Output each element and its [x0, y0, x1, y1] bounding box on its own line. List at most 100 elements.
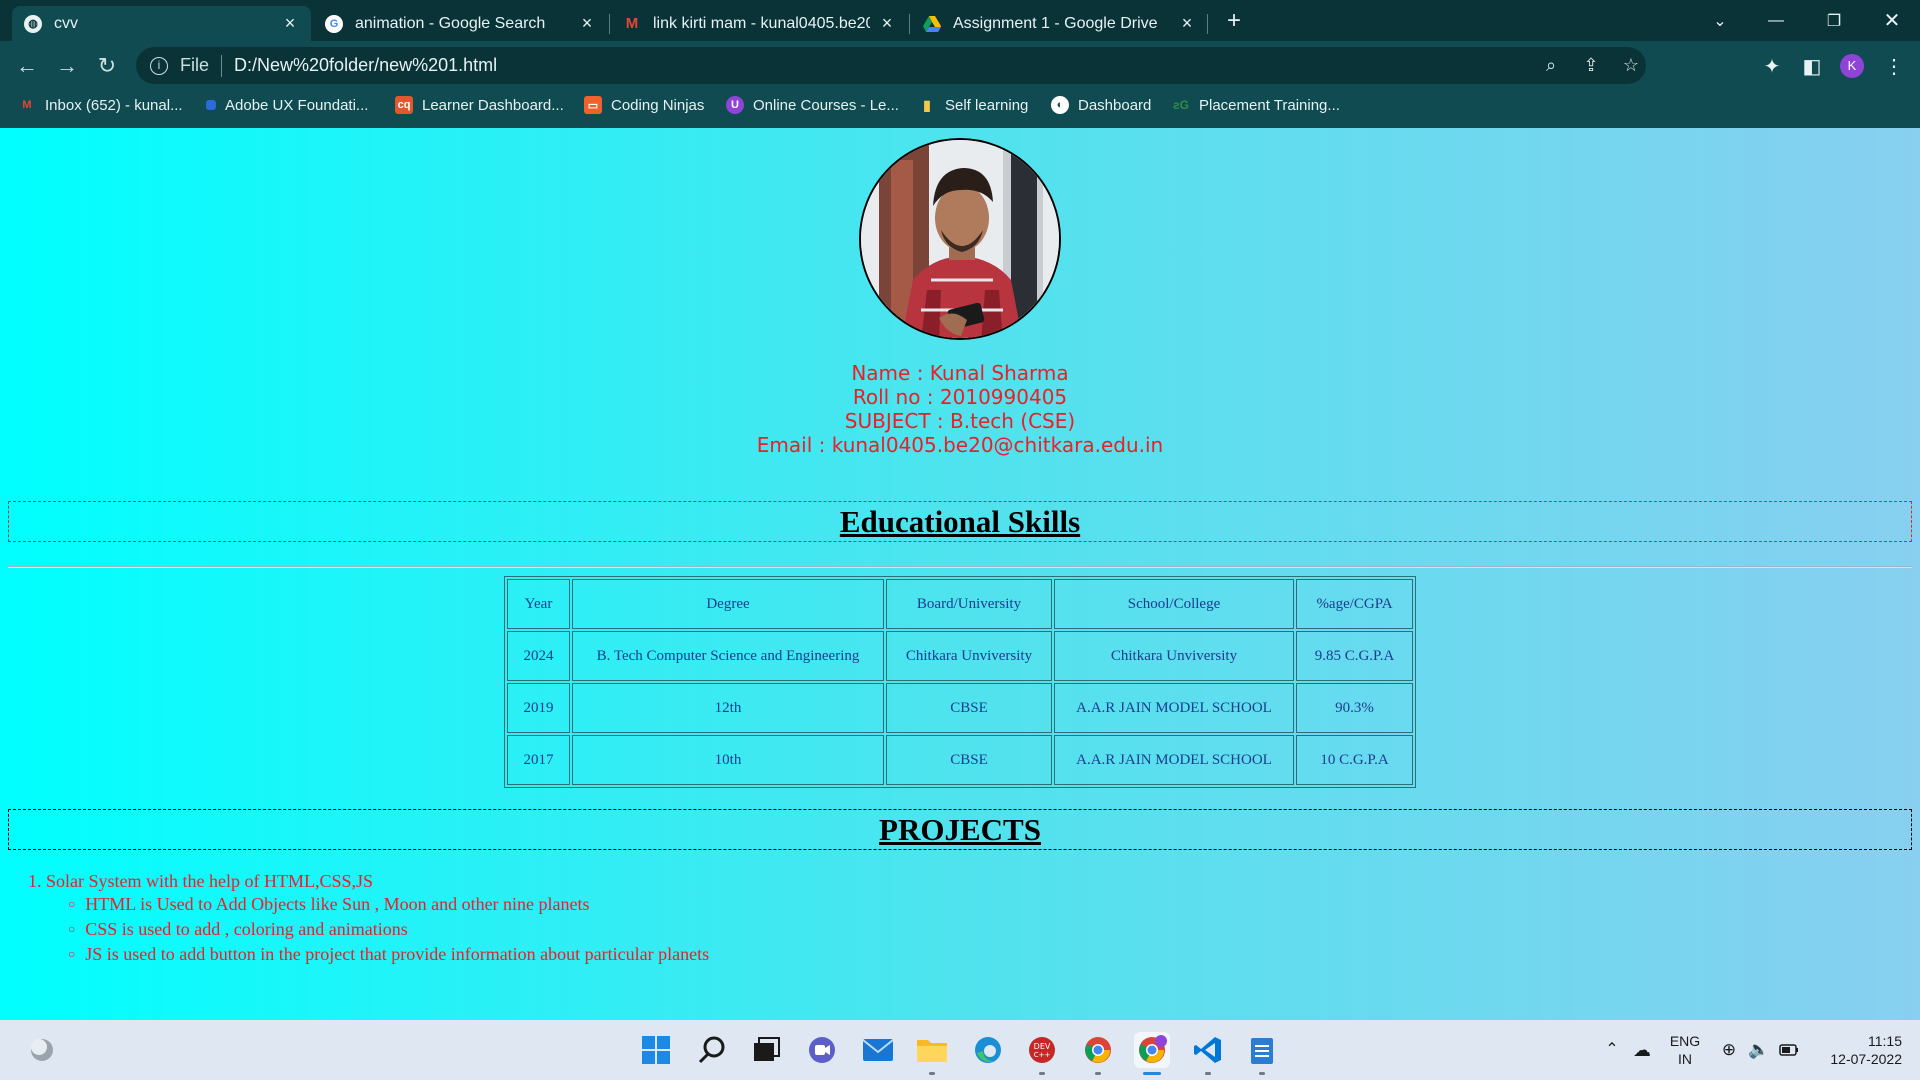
table-cell: 9.85 C.G.P.A	[1296, 631, 1413, 681]
volume-icon[interactable]: 🔈	[1746, 1020, 1772, 1080]
dev-cpp-icon[interactable]: DEV C++	[1024, 1032, 1060, 1075]
bookmark-dashboard[interactable]: ◐ Dashboard	[1051, 90, 1151, 120]
table-cell: Chitkara Unviversity	[886, 631, 1052, 681]
side-panel-icon[interactable]: ◧	[1796, 50, 1828, 82]
reload-icon[interactable]: ↻	[91, 50, 123, 82]
tab-google-drive[interactable]: Assignment 1 - Google Drive ×	[911, 6, 1208, 41]
profile-email: Email : kunal0405.be20@chitkara.edu.in	[756, 433, 1164, 457]
network-icon[interactable]: ⊕	[1716, 1020, 1742, 1080]
clock[interactable]: 11:15 12-07-2022	[1812, 1020, 1902, 1080]
bookmark-online-courses[interactable]: U Online Courses - Le...	[726, 90, 899, 120]
horizontal-rule	[8, 566, 1912, 568]
project-title: 1. Solar System with the help of HTML,CS…	[28, 871, 374, 891]
gmail-icon: M	[22, 99, 32, 111]
url-text[interactable]: D:/New%20folder/new%201.html	[234, 55, 497, 76]
table-cell: A.A.R JAIN MODEL SCHOOL	[1054, 683, 1294, 733]
google-drive-icon	[923, 15, 941, 33]
search-icon[interactable]	[694, 1032, 730, 1068]
table-cell: 90.3%	[1296, 683, 1413, 733]
file-explorer-icon[interactable]	[914, 1032, 950, 1075]
running-indicator	[929, 1072, 935, 1075]
language-indicator[interactable]: ENG IN	[1664, 1020, 1706, 1080]
bookmark-label: Inbox (652) - kunal...	[45, 96, 183, 114]
bookmark-inbox[interactable]: M Inbox (652) - kunal...	[18, 90, 183, 120]
bookmark-label: Learner Dashboard...	[422, 96, 564, 114]
bookmark-label: Dashboard	[1078, 96, 1152, 114]
chrome-icon[interactable]	[1080, 1032, 1116, 1075]
close-tab-icon[interactable]: ×	[1178, 13, 1196, 34]
onedrive-icon[interactable]: ☁	[1628, 1020, 1656, 1080]
bookmark-label: Placement Training...	[1199, 96, 1340, 114]
edge-icon[interactable]	[970, 1032, 1006, 1068]
educational-skills-heading: Educational Skills	[8, 501, 1912, 542]
bookmark-label: Self learning	[945, 96, 1029, 114]
tab-gmail[interactable]: M link kirti mam - kunal0405.be20@ ×	[611, 6, 908, 41]
project-item: 1. Solar System with the help of HTML,CS…	[28, 870, 709, 968]
globe-icon: ◍	[24, 14, 42, 33]
teams-chat-icon[interactable]	[804, 1032, 840, 1068]
column-header: Year	[507, 579, 570, 629]
widgets-icon[interactable]	[24, 1032, 60, 1068]
bookmark-self-learning[interactable]: ▮ Self learning	[918, 90, 1028, 120]
table-cell: B. Tech Computer Science and Engineering	[572, 631, 884, 681]
restore-icon[interactable]: ❐	[1806, 0, 1862, 41]
gfg-icon: ƨG	[1172, 98, 1189, 112]
tab-cvv[interactable]: ◍ cvv ×	[12, 6, 311, 41]
table-cell: CBSE	[886, 735, 1052, 785]
menu-icon[interactable]: ⋮	[1878, 50, 1910, 82]
table-cell: CBSE	[886, 683, 1052, 733]
tab-title: cvv	[54, 14, 78, 32]
extensions-icon[interactable]: ✦	[1756, 50, 1788, 82]
bookmark-label: Coding Ninjas	[611, 96, 705, 114]
tab-search-icon[interactable]: ⌄	[1692, 0, 1748, 41]
bookmark-coding-ninjas[interactable]: ▭ Coding Ninjas	[584, 90, 704, 120]
bookmark-learner-dashboard[interactable]: cq Learner Dashboard...	[395, 90, 564, 120]
battery-icon[interactable]	[1776, 1020, 1802, 1080]
project-point: CSS is used to add , coloring and animat…	[68, 918, 709, 943]
bookmark-adobe[interactable]: Adobe UX Foundati...	[206, 90, 368, 120]
show-hidden-icons-icon[interactable]: ⌃	[1600, 1020, 1624, 1080]
table-header-row: Year Degree Board/University School/Coll…	[507, 579, 1413, 629]
minimize-icon[interactable]: —	[1748, 0, 1804, 41]
tab-title: link kirti mam - kunal0405.be20@	[653, 14, 870, 32]
project-point-text: HTML is Used to Add Objects like Sun , M…	[85, 894, 590, 914]
profile-avatar[interactable]: K	[1840, 54, 1864, 78]
site-info-icon[interactable]: i	[150, 56, 168, 75]
browser-toolbar: ← → ↻ i File D:/New%20folder/new%201.htm…	[0, 41, 1920, 90]
table-cell: 2019	[507, 683, 570, 733]
gmail-icon: M	[625, 15, 639, 32]
close-tab-icon[interactable]: ×	[878, 13, 896, 34]
svg-text:DEV: DEV	[1034, 1042, 1051, 1051]
tab-separator	[1207, 14, 1208, 34]
address-bar[interactable]: i File D:/New%20folder/new%201.html ⌕ ⇪ …	[136, 47, 1646, 84]
start-icon[interactable]	[638, 1032, 674, 1068]
mail-icon[interactable]	[860, 1032, 896, 1068]
adobe-icon	[206, 100, 216, 110]
tab-animation-search[interactable]: G animation - Google Search ×	[313, 6, 608, 41]
close-window-icon[interactable]: ✕	[1864, 0, 1920, 41]
project-point: JS is used to add button in the project …	[68, 943, 709, 968]
google-icon: G	[325, 14, 343, 33]
profile-info: Name : Kunal Sharma Roll no : 2010990405…	[0, 361, 1920, 457]
notepad-icon[interactable]	[1244, 1032, 1280, 1075]
bookmark-star-icon[interactable]: ☆	[1616, 47, 1646, 84]
table-row: 2024 B. Tech Computer Science and Engine…	[507, 631, 1413, 681]
url-divider	[221, 54, 223, 77]
bookmark-placement-training[interactable]: ƨG Placement Training...	[1172, 90, 1340, 120]
new-tab-button[interactable]: +	[1221, 6, 1247, 36]
column-header: Degree	[572, 579, 884, 629]
running-indicator	[1095, 1072, 1101, 1075]
share-icon[interactable]: ⇪	[1576, 47, 1606, 84]
task-view-icon[interactable]	[748, 1032, 784, 1068]
back-icon[interactable]: ←	[11, 50, 43, 82]
close-tab-icon[interactable]: ×	[578, 13, 596, 34]
tab-title: animation - Google Search	[355, 14, 546, 32]
column-header: Board/University	[886, 579, 1052, 629]
chrome-profile-icon[interactable]	[1134, 1032, 1170, 1075]
running-indicator	[1039, 1072, 1045, 1075]
column-header: School/College	[1054, 579, 1294, 629]
zoom-icon[interactable]: ⌕	[1536, 47, 1566, 84]
close-tab-icon[interactable]: ×	[281, 13, 299, 34]
forward-icon[interactable]: →	[51, 50, 83, 82]
vscode-icon[interactable]	[1190, 1032, 1226, 1075]
